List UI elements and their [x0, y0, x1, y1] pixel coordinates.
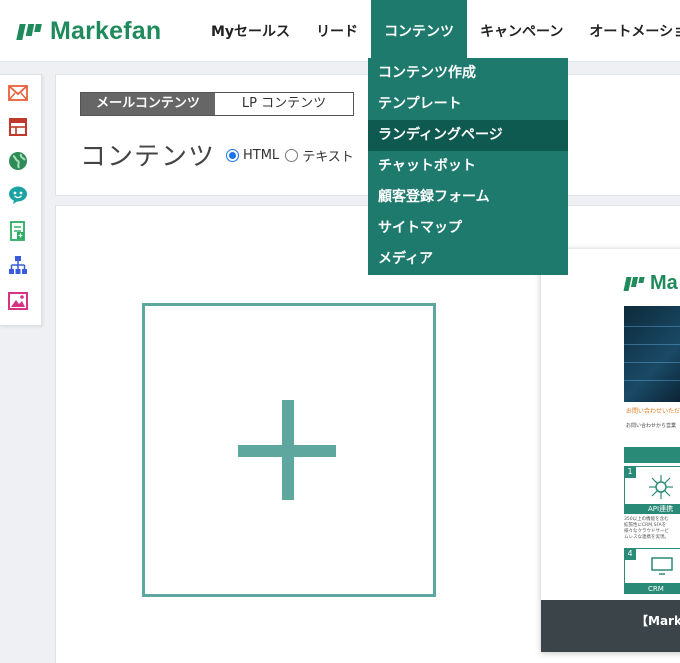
menu-customer-form[interactable]: 顧客登録フォーム — [368, 182, 568, 213]
tab-lp-content[interactable]: LP コンテンツ — [215, 93, 353, 115]
radio-text-label: テキスト — [302, 150, 354, 165]
contents-dropdown-menu: コンテンツ作成 テンプレート ランディングページ チャットボット 顧客登録フォー… — [368, 58, 568, 275]
preview-hero-image — [624, 306, 680, 402]
chat-bot-icon[interactable] — [8, 185, 28, 205]
menu-template[interactable]: テンプレート — [368, 89, 568, 120]
preview-tile-number: 1 — [624, 466, 636, 478]
side-toolbar — [0, 74, 42, 326]
radio-html[interactable] — [226, 149, 239, 162]
brand-name: Markefan — [50, 16, 162, 45]
sitemap-icon[interactable] — [8, 255, 28, 275]
tab-mail-content[interactable]: メールコンテンツ — [81, 93, 215, 115]
globe-icon[interactable] — [8, 151, 28, 171]
preview-tile-label: API連携 — [624, 504, 680, 514]
preview-section-band — [624, 447, 680, 463]
monitor-icon — [651, 557, 673, 575]
radio-text[interactable] — [285, 149, 299, 162]
nav-automation[interactable]: オートメーション — [576, 0, 680, 62]
brand-logo[interactable]: Markefan — [16, 16, 161, 46]
radio-html-label: HTML — [243, 148, 280, 163]
preview-headline: お問い合わせいただ — [626, 408, 680, 415]
nav-leads[interactable]: リード — [303, 0, 371, 62]
media-icon[interactable] — [8, 291, 28, 311]
nav-campaign[interactable]: キャンペーン — [467, 0, 576, 62]
preview-logo: Ma — [623, 272, 678, 295]
nav-my-sales[interactable]: Myセールス — [198, 0, 303, 62]
main-nav: Myセールス リード コンテンツ キャンペーン オートメーション — [198, 0, 680, 62]
page-title: コンテンツ — [80, 142, 216, 172]
menu-create-content[interactable]: コンテンツ作成 — [368, 58, 568, 89]
brand-mark-icon — [16, 20, 44, 42]
format-radio-group: HTML テキスト — [226, 146, 360, 165]
preview-logo-text: Ma — [650, 272, 678, 294]
mail-icon[interactable] — [8, 83, 28, 103]
content-type-tabs: メールコンテンツ LP コンテンツ — [80, 92, 354, 116]
layout-icon[interactable] — [8, 117, 28, 137]
preview-tile-desc-4: ムレスな連携を実現。 — [624, 535, 669, 540]
plus-icon-bar — [238, 445, 336, 457]
nav-contents[interactable]: コンテンツ — [371, 0, 468, 62]
preview-brand-mark-icon — [623, 275, 646, 293]
network-icon — [649, 475, 673, 499]
preview-footer-title: 【Marke — [636, 614, 680, 628]
menu-landing-page[interactable]: ランディングページ — [368, 120, 568, 151]
preview-tile-number-2: 4 — [624, 548, 636, 560]
menu-sitemap[interactable]: サイトマップ — [368, 213, 568, 244]
preview-tile-label-2: CRM — [624, 584, 680, 594]
menu-media[interactable]: メディア — [368, 244, 568, 275]
form-icon[interactable] — [8, 221, 28, 241]
top-header: Markefan Myセールス リード コンテンツ キャンペーン オートメーショ… — [0, 0, 680, 62]
preview-subtext: お問い合わせから営業 — [626, 423, 677, 429]
menu-chatbot[interactable]: チャットボット — [368, 151, 568, 182]
